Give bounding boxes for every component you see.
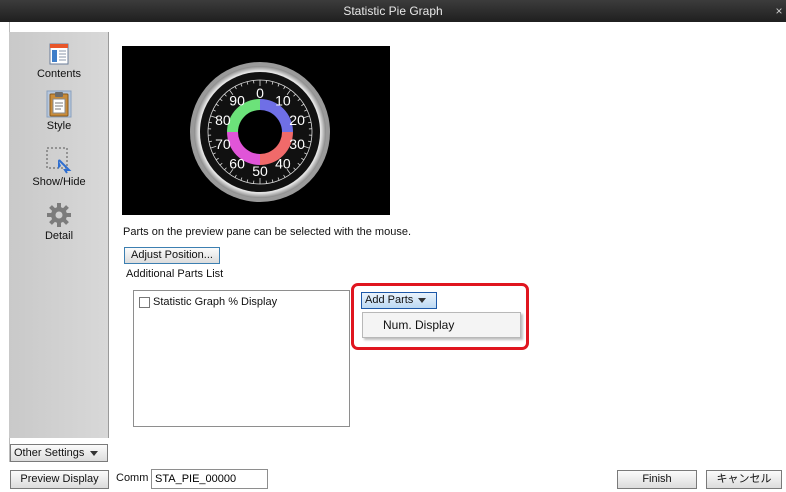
add-parts-label: Add Parts <box>365 294 414 306</box>
gauge-tick <box>208 121 212 124</box>
sidebar-item-show-hide[interactable]: Show/Hide <box>9 146 109 188</box>
gauge-tick <box>308 121 312 124</box>
preview-display-button[interactable]: Preview Display <box>10 470 109 489</box>
additional-parts-list-label: Additional Parts List <box>126 268 224 280</box>
sidebar: Contents Style Show/Hide Detail <box>9 32 109 438</box>
gauge-scale-label: 50 <box>252 163 268 179</box>
sidebar-item-label: Show/Hide <box>32 176 86 188</box>
gauge-scale-label: 90 <box>229 92 245 108</box>
add-parts-menu: Num. Display <box>362 312 521 338</box>
sidebar-item-label: Style <box>46 120 72 132</box>
sidebar-item-label: Contents <box>36 68 82 80</box>
menu-item-num-display[interactable]: Num. Display <box>367 316 516 334</box>
add-parts-button[interactable]: Add Parts <box>361 292 437 309</box>
gauge-scale-label: 40 <box>275 156 291 172</box>
chevron-down-icon <box>90 450 99 456</box>
gauge-hub <box>238 110 282 154</box>
other-settings-button[interactable]: Other Settings <box>10 444 108 462</box>
gear-icon <box>47 203 71 227</box>
gauge-scale-label: 80 <box>215 112 231 128</box>
window-title: Statistic Pie Graph <box>343 4 443 18</box>
gauge-tick <box>308 140 312 143</box>
clipboard-icon <box>46 90 72 118</box>
cancel-button[interactable]: キャンセル <box>706 470 782 489</box>
gauge-scale-label: 70 <box>215 136 231 152</box>
list-item-label: Statistic Graph % Display <box>153 296 278 308</box>
sidebar-item-style[interactable]: Style <box>9 90 109 132</box>
comm-field[interactable] <box>151 469 268 489</box>
window-title-bar: Statistic Pie Graph × <box>0 0 786 22</box>
contents-icon <box>49 43 69 65</box>
gauge-scale-label: 60 <box>229 156 245 172</box>
comm-label: Comm <box>116 472 149 484</box>
close-icon[interactable]: × <box>772 0 786 22</box>
list-item[interactable]: Statistic Graph % Display <box>139 296 277 308</box>
pie-gauge-preview: 0 10 20 30 40 50 60 70 80 90 <box>190 62 330 202</box>
preview-hint-text: Parts on the preview pane can be selecte… <box>123 226 412 238</box>
gauge-tick <box>208 140 212 143</box>
finish-button[interactable]: Finish <box>617 470 697 489</box>
chevron-down-icon <box>418 297 427 303</box>
sidebar-item-label: Detail <box>44 230 74 242</box>
sidebar-item-contents[interactable]: Contents <box>9 42 109 80</box>
adjust-position-button[interactable]: Adjust Position... <box>124 247 220 264</box>
gauge-scale-label: 20 <box>289 112 305 128</box>
statistic-graph-percent-checkbox[interactable] <box>139 296 150 308</box>
sidebar-item-detail[interactable]: Detail <box>9 202 109 242</box>
preview-pane[interactable]: 0 10 20 30 40 50 60 70 80 90 <box>122 46 390 215</box>
gauge-scale-label: 0 <box>256 85 264 101</box>
additional-parts-list[interactable]: Statistic Graph % Display <box>133 290 350 427</box>
cursor-select-icon <box>46 147 72 174</box>
gauge-scale-label: 30 <box>289 136 305 152</box>
other-settings-label: Other Settings <box>14 447 85 459</box>
gauge-scale-label: 10 <box>275 92 291 108</box>
